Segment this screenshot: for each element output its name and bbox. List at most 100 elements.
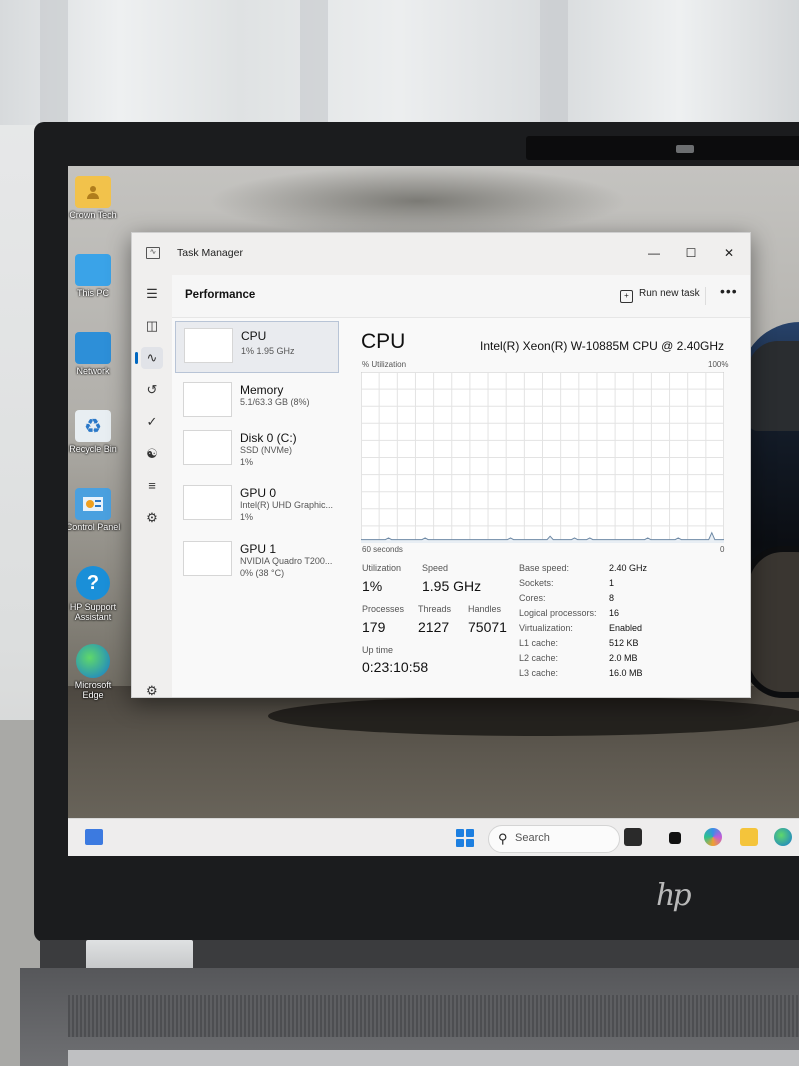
search-placeholder: Search xyxy=(515,832,550,844)
search-icon: ⚲ xyxy=(498,831,508,846)
maximize-button[interactable]: ☐ xyxy=(679,241,703,265)
processes-label: Processes xyxy=(362,604,405,614)
resource-detail: 1% xyxy=(240,512,254,522)
resource-gpu-1[interactable]: GPU 1 NVIDIA Quadro T200... 0% (38 °C) xyxy=(175,535,337,585)
desktop-icon-crown-tech[interactable]: Crown Tech xyxy=(68,176,123,220)
network-icon xyxy=(75,332,111,364)
desktop-icon-label: Recycle Bin xyxy=(69,444,117,454)
minimize-button[interactable]: — xyxy=(642,241,666,265)
speaker-grille xyxy=(68,995,799,1037)
spec-value: 512 KB xyxy=(609,638,639,648)
start-button[interactable] xyxy=(456,829,474,847)
desktop-icon-label: HP Support Assistant xyxy=(69,602,117,622)
spec-label: Virtualization: xyxy=(519,623,573,633)
hp-logo: hp xyxy=(656,878,691,913)
desktop-icon-control-panel[interactable]: Control Panel xyxy=(68,488,123,532)
resource-detail: 1% xyxy=(240,457,254,467)
processes-value: 179 xyxy=(362,619,386,635)
utilization-axis-max: 100% xyxy=(708,360,729,369)
time-axis-start: 60 seconds xyxy=(362,545,403,554)
wallpaper-cloud xyxy=(208,166,628,236)
performance-icon[interactable]: ∿ xyxy=(135,347,163,369)
handles-value: 75071 xyxy=(468,619,507,635)
memory-thumbnail-graph xyxy=(183,382,232,417)
widgets-icon[interactable] xyxy=(85,829,103,845)
wallpaper-shadow xyxy=(268,696,799,736)
spec-value: 2.40 GHz xyxy=(609,563,648,573)
spec-value: 1 xyxy=(609,578,615,588)
desktop-icon-edge[interactable]: Microsoft Edge xyxy=(68,644,123,700)
disk-thumbnail-graph xyxy=(183,430,232,465)
desktop-icon-label: Network xyxy=(76,366,110,376)
recycle-bin-icon: ♻ xyxy=(75,410,111,442)
page-title: Performance xyxy=(185,289,256,301)
resource-memory[interactable]: Memory 5.1/63.3 GB (8%) xyxy=(175,376,337,426)
desktop-icon-label: Microsoft Edge xyxy=(74,680,112,700)
page-header: Performance + Run new task ••• xyxy=(172,275,750,318)
spec-label: Logical processors: xyxy=(519,608,597,618)
resource-gpu-0[interactable]: GPU 0 Intel(R) UHD Graphic... 1% xyxy=(175,479,337,529)
processes-icon[interactable]: ◫ xyxy=(141,315,163,337)
spec-label: L3 cache: xyxy=(519,668,559,678)
resource-name: GPU 0 xyxy=(240,486,277,500)
desktop-icon-network[interactable]: Network xyxy=(68,332,123,376)
app-history-icon[interactable]: ↺ xyxy=(141,379,163,401)
gpu1-thumbnail-graph xyxy=(183,541,232,576)
navigation-rail: ☰ ◫ ∿ ↺ ✓ ☯ ≡ ⚙ ⚙ xyxy=(132,275,172,699)
wallpaper-car-window xyxy=(748,341,799,431)
more-options-button[interactable]: ••• xyxy=(720,283,738,299)
spec-value: 16 xyxy=(609,608,620,618)
desktop-icon-label: Crown Tech xyxy=(69,210,117,220)
resource-disk-0[interactable]: Disk 0 (C:) SSD (NVMe) 1% xyxy=(175,424,337,474)
spec-label: L1 cache: xyxy=(519,638,559,648)
utilization-axis-label: % Utilization xyxy=(362,360,407,369)
resource-name: GPU 1 xyxy=(240,542,277,556)
details-icon[interactable]: ≡ xyxy=(141,475,163,497)
background-pillar xyxy=(300,0,328,125)
edge-taskbar-icon[interactable] xyxy=(774,828,792,846)
uptime-value: 0:23:10:58 xyxy=(362,659,429,675)
folder-user-icon xyxy=(75,176,111,208)
run-new-task-button[interactable]: + Run new task xyxy=(620,288,700,303)
resource-detail: SSD (NVMe) xyxy=(240,445,293,455)
utilization-value: 1% xyxy=(362,578,383,594)
close-button[interactable]: ✕ xyxy=(717,241,741,265)
desktop-icon-label: Control Panel xyxy=(68,522,121,532)
help-icon: ? xyxy=(76,566,110,600)
resource-detail: 0% (38 °C) xyxy=(240,568,285,578)
run-task-icon: + xyxy=(620,290,633,303)
background-window xyxy=(0,0,799,125)
settings-icon[interactable]: ⚙ xyxy=(146,683,158,699)
laptop-base-edge xyxy=(68,1050,799,1066)
speed-label: Speed xyxy=(422,563,449,573)
desktop-icon-this-pc[interactable]: This PC xyxy=(68,254,123,298)
desktop-icon-hp-support[interactable]: ? HP Support Assistant xyxy=(68,566,123,622)
users-icon[interactable]: ☯ xyxy=(141,443,163,465)
spec-value: 16.0 MB xyxy=(609,668,643,678)
cpu-heading: CPU xyxy=(361,330,406,353)
control-panel-icon xyxy=(75,488,111,520)
camera-bar xyxy=(526,136,799,160)
file-explorer-icon[interactable] xyxy=(740,828,758,846)
taskbar-search[interactable]: ⚲ Search xyxy=(488,825,620,853)
services-icon[interactable]: ⚙ xyxy=(141,507,163,529)
uptime-label: Up time xyxy=(362,645,394,655)
spec-label: Sockets: xyxy=(519,578,554,588)
window-title: Task Manager xyxy=(177,247,243,259)
desktop-icon-recycle-bin[interactable]: ♻ Recycle Bin xyxy=(68,410,123,454)
terminal-icon[interactable] xyxy=(669,832,681,844)
utilization-label: Utilization xyxy=(362,563,402,573)
task-manager-app-icon: ∿ xyxy=(146,247,160,259)
copilot-icon[interactable] xyxy=(704,828,722,846)
hamburger-menu-icon[interactable]: ☰ xyxy=(141,283,163,305)
desktop-icon-label: This PC xyxy=(76,288,109,298)
webcam-icon xyxy=(676,145,694,153)
clapperboard-icon[interactable] xyxy=(624,828,642,846)
resource-cpu[interactable]: CPU 1% 1.95 GHz xyxy=(175,321,339,373)
spec-value: 2.0 MB xyxy=(609,653,638,663)
title-bar[interactable]: ∿ Task Manager — ☐ ✕ xyxy=(132,233,750,275)
cpu-model-name: Intel(R) Xeon(R) W-10885M CPU @ 2.40GHz xyxy=(480,339,725,353)
startup-apps-icon[interactable]: ✓ xyxy=(141,411,163,433)
cpu-utilization-graph xyxy=(361,372,724,543)
spec-label: Cores: xyxy=(519,593,546,603)
